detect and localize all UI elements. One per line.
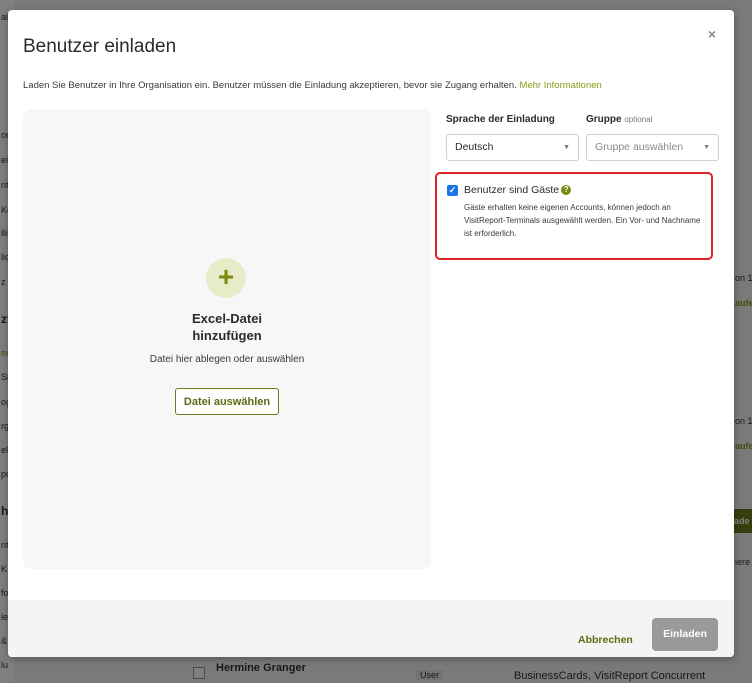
dropzone-title-line2: hinzufügen bbox=[192, 328, 262, 343]
invite-button[interactable]: Einladen bbox=[652, 618, 718, 651]
guests-label[interactable]: Benutzer sind Gäste? bbox=[464, 184, 572, 196]
language-value: Deutsch bbox=[455, 141, 494, 153]
language-select[interactable]: Deutsch ▼ bbox=[446, 134, 579, 161]
language-label: Sprache der Einladung bbox=[446, 114, 555, 125]
chevron-down-icon: ▼ bbox=[563, 144, 570, 151]
invite-users-dialog: × Benutzer einladen Laden Sie Benutzer i… bbox=[8, 10, 734, 657]
group-optional-hint: optional bbox=[624, 115, 653, 124]
check-icon: ✓ bbox=[448, 185, 457, 195]
intro-description: Laden Sie Benutzer in Ihre Organisation … bbox=[23, 80, 517, 91]
group-placeholder: Gruppe auswählen bbox=[595, 141, 684, 153]
group-label-text: Gruppe bbox=[586, 114, 622, 125]
choose-file-button[interactable]: Datei auswählen bbox=[175, 388, 279, 415]
help-icon[interactable]: ? bbox=[561, 185, 572, 196]
dialog-footer bbox=[8, 600, 734, 657]
more-info-link[interactable]: Mehr Informationen bbox=[519, 80, 601, 91]
intro-text: Laden Sie Benutzer in Ihre Organisation … bbox=[23, 80, 602, 91]
close-icon[interactable]: × bbox=[704, 26, 720, 42]
dialog-title: Benutzer einladen bbox=[23, 36, 177, 57]
guests-option-highlight: ✓ Benutzer sind Gäste? Gäste erhalten ke… bbox=[435, 172, 713, 260]
dropzone-title-line1: Excel-Datei bbox=[191, 311, 263, 326]
guests-description: Gäste erhalten keine eigenen Accounts, k… bbox=[464, 203, 701, 238]
group-select[interactable]: Gruppe auswählen ▼ bbox=[586, 134, 719, 161]
group-label: Gruppe optional bbox=[586, 114, 652, 125]
chevron-down-icon: ▼ bbox=[703, 144, 710, 151]
cancel-button[interactable]: Abbrechen bbox=[578, 634, 633, 646]
file-dropzone[interactable]: + Excel-Datei hinzufügen Datei hier able… bbox=[23, 109, 431, 569]
plus-icon: + bbox=[206, 258, 246, 298]
guests-label-text: Benutzer sind Gäste bbox=[464, 184, 560, 196]
dropzone-subtitle: Datei hier ablegen oder auswählen bbox=[149, 354, 305, 365]
guests-checkbox[interactable]: ✓ bbox=[447, 185, 458, 196]
